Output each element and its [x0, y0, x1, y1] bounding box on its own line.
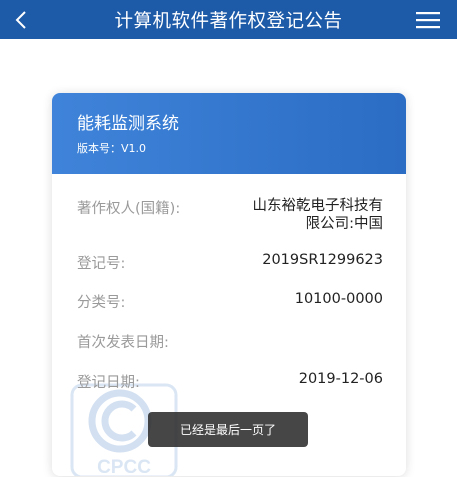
field-row-registration-date: 登记日期: 2019-12-06: [77, 371, 383, 391]
version-label: 版本号：V1.0: [77, 142, 147, 155]
hamburger-menu-icon: [416, 11, 440, 28]
field-label: 登记日期:: [77, 375, 140, 391]
field-value: 2019-12-06: [298, 371, 383, 387]
watermark-text: CPCC: [97, 457, 151, 476]
top-nav-bar: 计算机软件著作权登记公告: [0, 0, 457, 39]
chevron-left-icon: [15, 10, 26, 29]
field-label: 分类号:: [77, 295, 126, 311]
field-row-first-publication-date: 首次发表日期:: [77, 331, 383, 351]
menu-button[interactable]: [413, 0, 443, 39]
card-header: 能耗监测系统 版本号：V1.0: [52, 93, 406, 174]
page-title: 计算机软件著作权登记公告: [114, 10, 343, 32]
field-label: 首次发表日期:: [77, 335, 169, 351]
field-label: 著作权人(国籍):: [77, 201, 181, 217]
field-value: 10100-0000: [294, 291, 383, 307]
software-name: 能耗监测系统: [77, 114, 179, 134]
field-value: 山东裕乾电子科技有限公司:中国: [252, 198, 384, 232]
field-label: 登记号:: [77, 256, 126, 272]
toast-message: 已经是最后一页了: [148, 412, 308, 447]
announcement-page: 计算机软件著作权登记公告 能耗监测系统 版本号：V1.0 CPCC 著作权人(国…: [0, 0, 457, 477]
back-button[interactable]: [6, 0, 36, 39]
field-row-registration-number: 登记号: 2019SR1299623: [77, 252, 383, 272]
field-row-owner: 著作权人(国籍): 山东裕乾电子科技有限公司:中国: [77, 197, 383, 237]
field-value: 2019SR1299623: [262, 252, 383, 268]
field-row-classification-number: 分类号: 10100-0000: [77, 291, 383, 311]
